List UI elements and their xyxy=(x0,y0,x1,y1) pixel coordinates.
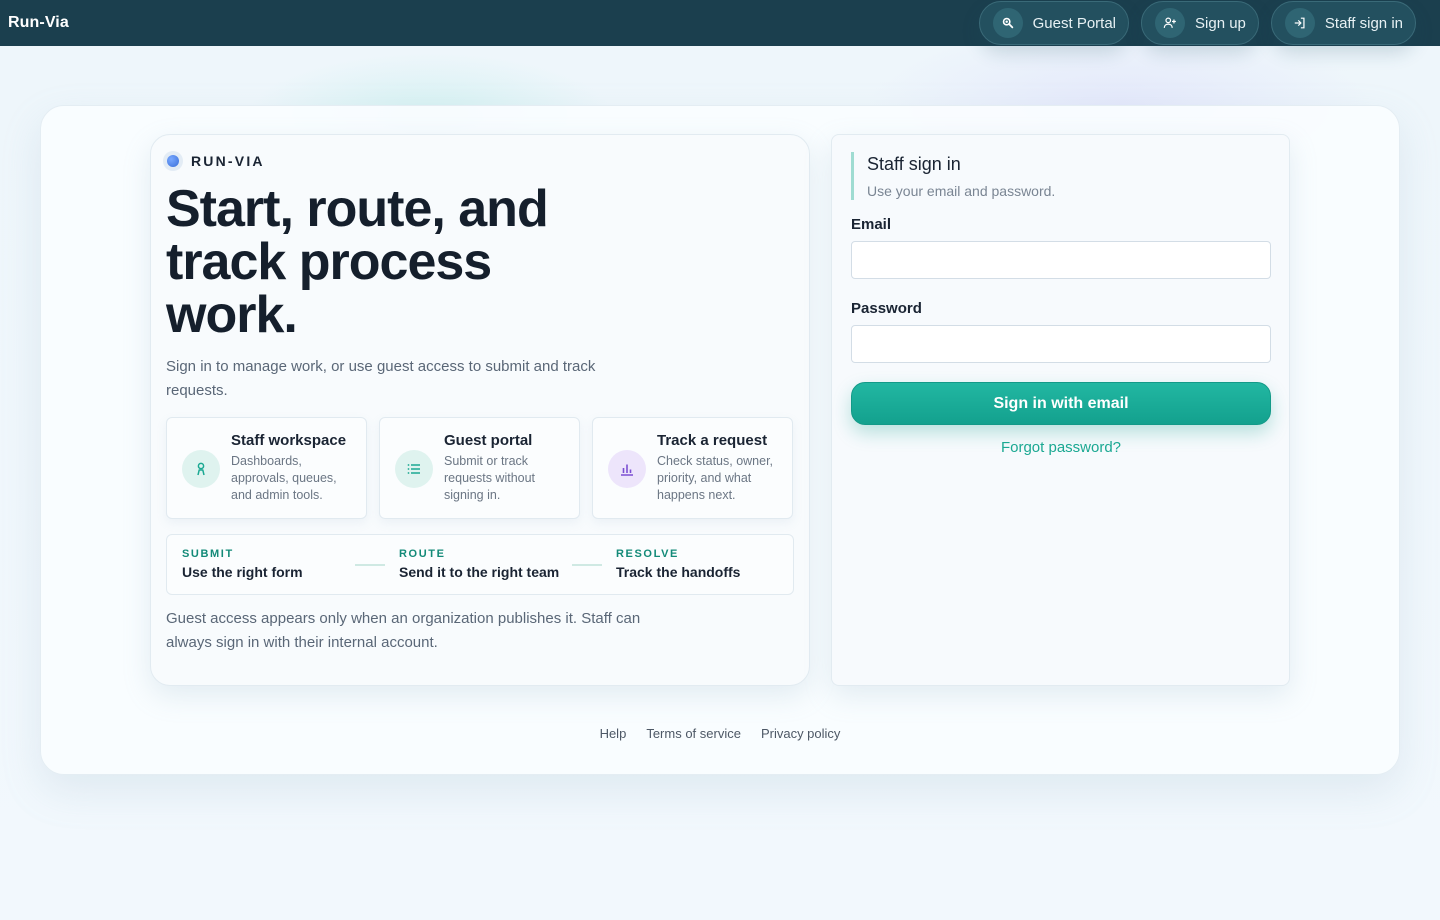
step-value: Send it to the right team xyxy=(399,564,560,580)
staff-sign-in-label: Staff sign in xyxy=(1324,14,1403,32)
guest-access-note: Guest access appears only when an organi… xyxy=(166,610,641,651)
search-icon xyxy=(992,8,1023,38)
email-label: Email xyxy=(851,216,892,233)
bar-chart-icon xyxy=(608,450,646,488)
staff-sign-in-button[interactable]: Staff sign in xyxy=(1270,1,1416,45)
email-field[interactable] xyxy=(851,241,1271,279)
terms-of-service-link[interactable]: Terms of service xyxy=(646,726,741,741)
sign-in-panel: Staff sign in Use your email and passwor… xyxy=(831,134,1290,686)
panel-header: Staff sign in Use your email and passwor… xyxy=(851,152,1055,200)
step-key: RESOLVE xyxy=(616,548,679,560)
step-resolve: RESOLVE Track the handoffs xyxy=(616,548,740,580)
person-icon xyxy=(182,450,220,488)
step-key: SUBMIT xyxy=(182,548,234,560)
footer: Help Terms of service Privacy policy xyxy=(0,726,1440,741)
step-route: ROUTE Send it to the right team xyxy=(399,548,559,580)
feature-desc: Dashboards, approvals, queues, and admin… xyxy=(231,454,337,502)
eyebrow-text: RUN-VIA xyxy=(191,153,265,169)
step-key: ROUTE xyxy=(399,548,446,560)
step-connector xyxy=(355,564,385,566)
hero-card: RUN-VIA Start, route, and track process … xyxy=(150,134,810,686)
feature-card-track-request[interactable]: Track a request Check status, owner, pri… xyxy=(592,417,793,519)
privacy-policy-link[interactable]: Privacy policy xyxy=(761,726,840,741)
feature-title: Staff workspace xyxy=(231,432,347,449)
sign-in-with-email-button[interactable]: Sign in with email xyxy=(851,382,1271,425)
guest-portal-label: Guest Portal xyxy=(1032,14,1117,32)
password-label: Password xyxy=(851,300,922,317)
hero-subtext: Sign in to manage work, or use guest acc… xyxy=(166,358,596,399)
sign-in-icon xyxy=(1284,8,1315,38)
guest-portal-button[interactable]: Guest Portal xyxy=(978,1,1130,45)
feature-title: Track a request xyxy=(657,432,768,449)
feature-card-staff-workspace[interactable]: Staff workspace Dashboards, approvals, q… xyxy=(166,417,367,519)
help-link[interactable]: Help xyxy=(600,726,627,741)
step-submit: SUBMIT Use the right form xyxy=(182,548,303,580)
password-field[interactable] xyxy=(851,325,1271,363)
step-value: Use the right form xyxy=(182,564,303,580)
step-connector xyxy=(572,564,602,566)
list-icon xyxy=(395,450,433,488)
header-nav: Guest Portal Sign up Staff sign in xyxy=(978,1,1416,45)
sign-up-label: Sign up xyxy=(1195,14,1246,32)
feature-card-guest-portal[interactable]: Guest portal Submit or track requests wi… xyxy=(379,417,580,519)
user-plus-icon xyxy=(1155,8,1186,38)
feature-desc: Check status, owner, priority, and what … xyxy=(657,454,774,502)
feature-desc: Submit or track requests without signing… xyxy=(444,454,536,502)
top-navigation-bar: Run-Via Guest Portal Sign up Staff sign … xyxy=(0,0,1440,46)
feature-title: Guest portal xyxy=(444,432,533,449)
panel-title: Staff sign in xyxy=(867,154,961,174)
hero-headline: Start, route, and track process work. xyxy=(166,180,549,344)
logo-dot-icon xyxy=(163,151,183,171)
forgot-password-link[interactable]: Forgot password? xyxy=(851,439,1271,456)
sign-up-button[interactable]: Sign up xyxy=(1141,1,1259,45)
brand-name[interactable]: Run-Via xyxy=(8,14,69,32)
panel-subtitle: Use your email and password. xyxy=(867,183,1056,199)
hero-eyebrow: RUN-VIA xyxy=(163,151,265,171)
process-steps: SUBMIT Use the right form ROUTE Send it … xyxy=(166,534,794,595)
step-value: Track the handoffs xyxy=(616,564,741,580)
